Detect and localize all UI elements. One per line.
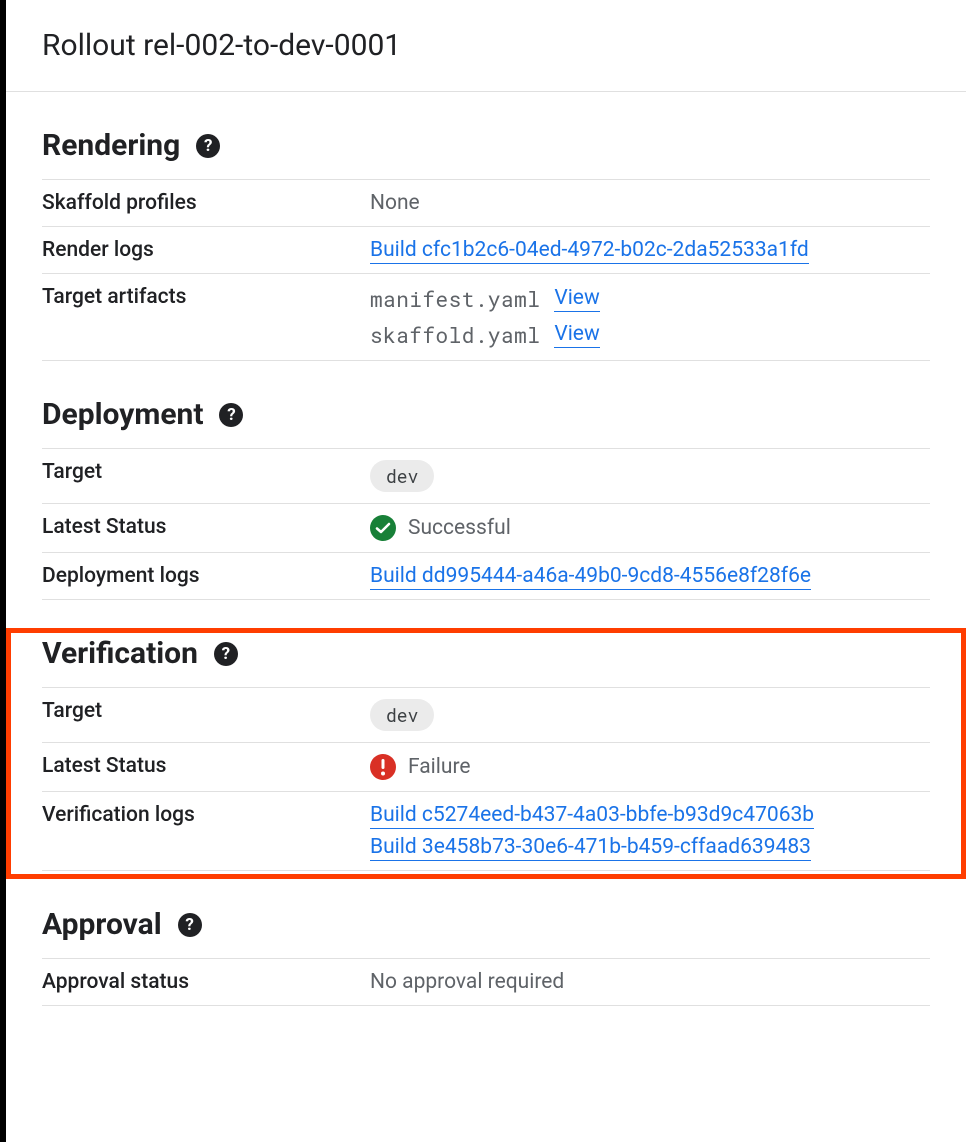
deployment-title: Deployment	[42, 397, 203, 432]
deployment-logs-link[interactable]: Build dd995444-a46a-49b0-9cd8-4556e8f28f…	[370, 564, 811, 590]
rendering-section: Rendering ? Skaffold profiles None Rende…	[42, 128, 930, 361]
skaffold-profiles-label: Skaffold profiles	[42, 191, 370, 215]
approval-title: Approval	[42, 907, 162, 942]
verification-status-label: Latest Status	[42, 754, 370, 778]
deployment-section: Deployment ? Target dev Latest Status Su…	[42, 397, 930, 600]
artifact-file: manifest.yaml	[370, 285, 540, 313]
verification-section: Verification ? Target dev Latest Status …	[42, 636, 930, 871]
help-icon[interactable]: ?	[214, 642, 238, 666]
help-icon[interactable]: ?	[178, 913, 202, 937]
target-artifacts-label: Target artifacts	[42, 285, 370, 309]
deployment-target-chip: dev	[370, 460, 434, 492]
render-logs-label: Render logs	[42, 238, 370, 262]
verification-logs-link[interactable]: Build 3e458b73-30e6-471b-b459-cffaad6394…	[370, 835, 811, 861]
help-icon[interactable]: ?	[219, 403, 243, 427]
deployment-logs-label: Deployment logs	[42, 564, 370, 588]
artifact-view-link[interactable]: View	[554, 322, 599, 348]
page-title: Rollout rel-002-to-dev-0001	[6, 0, 966, 92]
deployment-status-value: Successful	[408, 516, 511, 540]
artifact-file: skaffold.yaml	[370, 321, 540, 349]
verification-logs-label: Verification logs	[42, 803, 370, 827]
approval-section: Approval ? Approval status No approval r…	[42, 907, 930, 1006]
verification-logs-link[interactable]: Build c5274eed-b437-4a03-bbfe-b93d9c4706…	[370, 803, 814, 829]
artifact-row: manifest.yaml View	[370, 285, 930, 313]
rendering-title: Rendering	[42, 128, 180, 163]
deployment-target-label: Target	[42, 460, 370, 484]
render-logs-link[interactable]: Build cfc1b2c6-04ed-4972-b02c-2da52533a1…	[370, 238, 809, 264]
verification-title: Verification	[42, 636, 198, 671]
verification-status-value: Failure	[408, 755, 471, 779]
approval-status-value: No approval required	[370, 970, 930, 994]
artifact-view-link[interactable]: View	[554, 286, 599, 312]
deployment-status-label: Latest Status	[42, 515, 370, 539]
check-circle-icon	[370, 515, 396, 541]
skaffold-profiles-value: None	[370, 191, 930, 215]
verification-target-chip: dev	[370, 699, 434, 731]
approval-status-label: Approval status	[42, 970, 370, 994]
help-icon[interactable]: ?	[196, 134, 220, 158]
error-circle-icon	[370, 754, 396, 780]
verification-target-label: Target	[42, 699, 370, 723]
artifact-row: skaffold.yaml View	[370, 321, 930, 349]
